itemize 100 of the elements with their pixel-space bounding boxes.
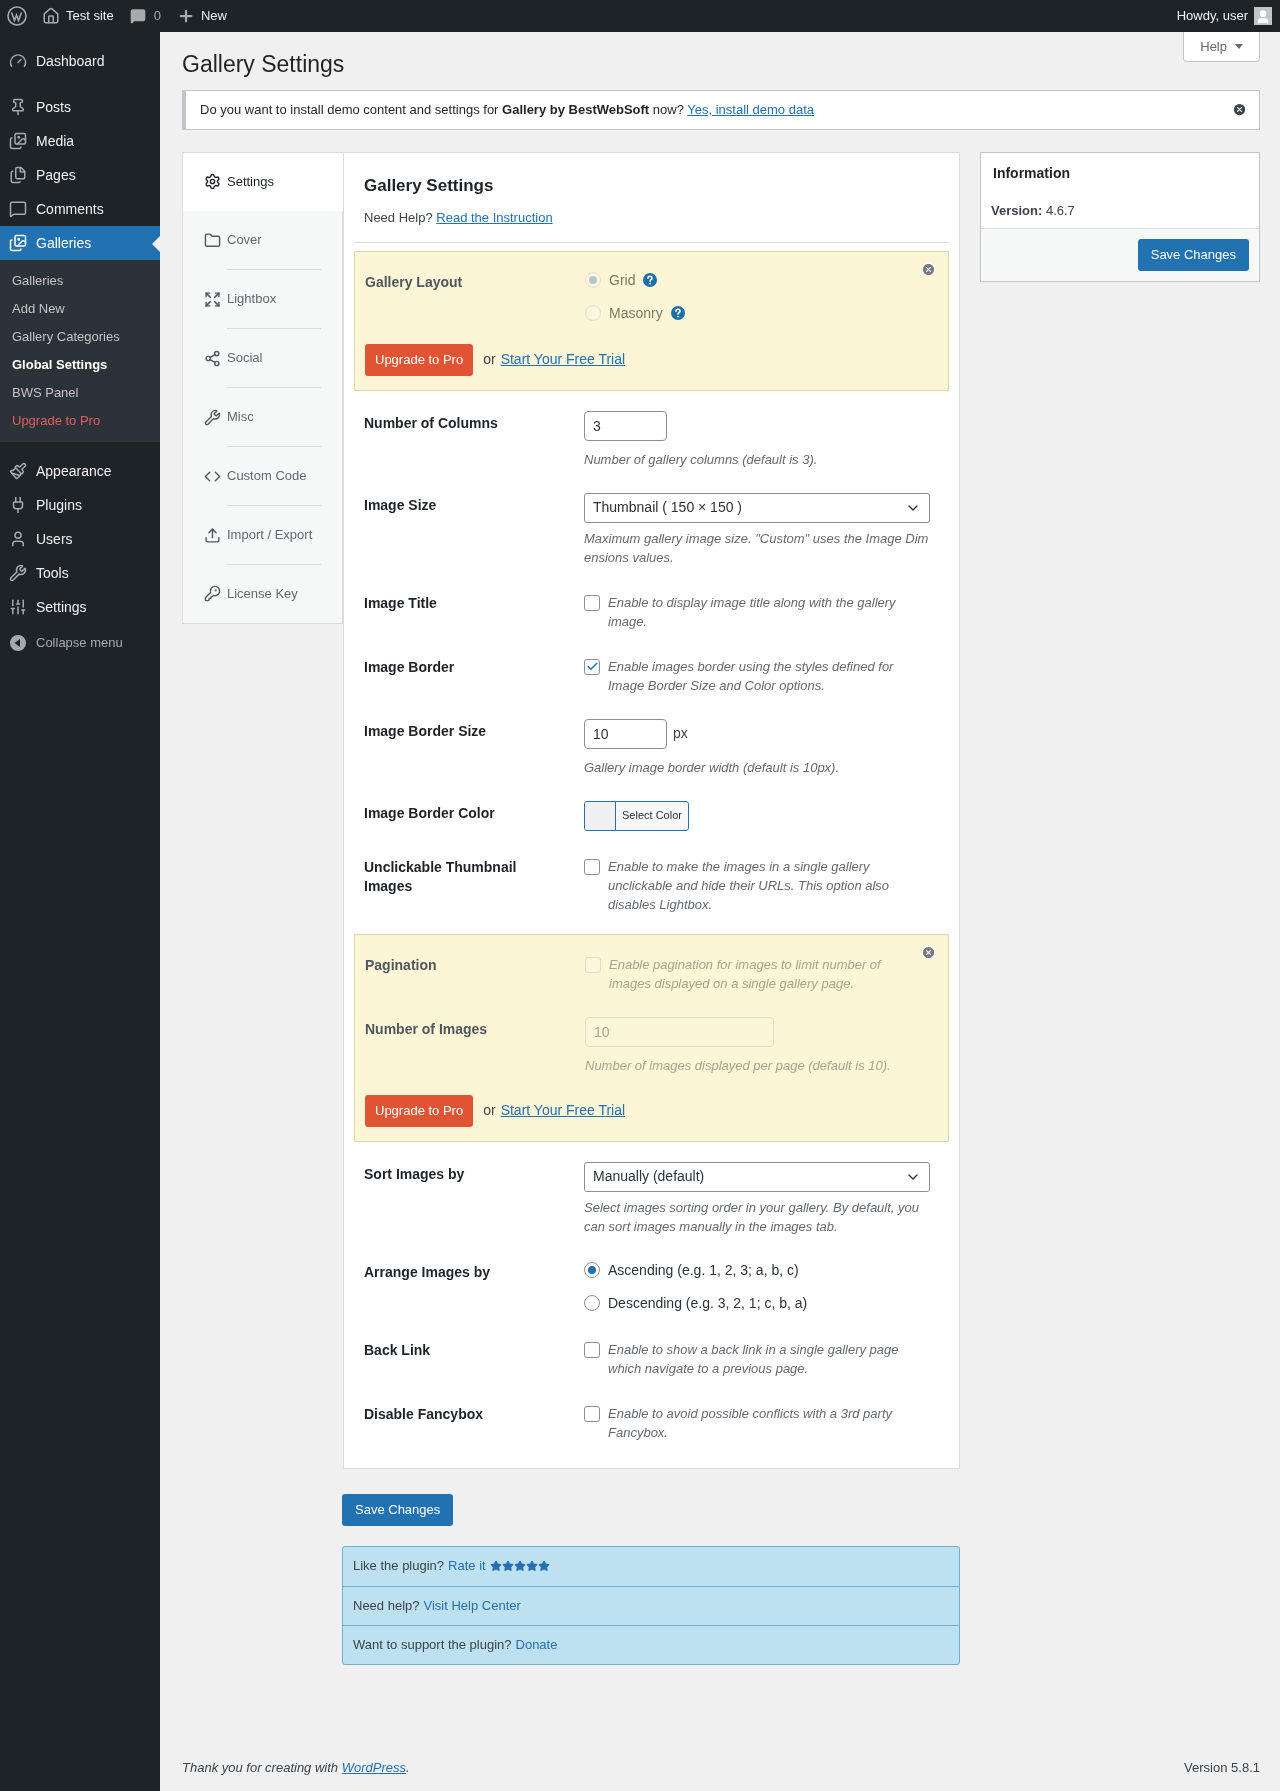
current-pointer — [152, 236, 160, 252]
select-field[interactable]: Manually (default) — [584, 1161, 930, 1192]
wrench-icon — [204, 408, 221, 426]
paintbrush-icon — [9, 462, 27, 480]
expand-icon — [204, 290, 221, 308]
field-description: Maximum gallery image size. "Custom" uses the Image Dim ensions values. — [584, 529, 930, 567]
field-description: Gallery image border width (default is 10px). — [584, 758, 841, 777]
collapse-icon[interactable] — [9, 634, 27, 652]
number-input[interactable]: 3 — [584, 410, 667, 441]
settings-tab[interactable]: Social — [182, 328, 343, 388]
checkbox[interactable] — [584, 594, 600, 611]
star-icon — [513, 1560, 526, 1572]
checkbox[interactable] — [584, 1341, 600, 1358]
speech-bubble-icon[interactable] — [129, 8, 146, 24]
radio-label: Ascending (e.g. 1, 2, 3; a, b, c) — [608, 1260, 799, 1280]
submenu-item[interactable]: Gallery Categories — [0, 323, 160, 351]
notice-text: Do you want to install demo content and settings for Gallery by BestWebSoft now? Yes, install demo data — [200, 100, 814, 119]
settings-tab[interactable]: Cover — [182, 210, 343, 270]
checkbox[interactable] — [584, 658, 600, 675]
menu-item[interactable]: Settings — [0, 590, 160, 624]
page-title: Gallery Settings — [182, 50, 345, 79]
submenu-item[interactable]: Add New — [0, 295, 160, 323]
menu-item[interactable]: Posts — [0, 90, 160, 124]
logo-icon[interactable] — [7, 6, 27, 26]
collapse-menu-link[interactable]: Collapse menu — [36, 633, 123, 653]
wordpress-link[interactable]: WordPress — [341, 1759, 406, 1775]
footer-text: Thank you for creating with WordPress. — [182, 1758, 410, 1777]
submenu-item[interactable]: BWS Panel — [0, 379, 160, 407]
link-prompt: Want to support the plugin? — [353, 1635, 512, 1654]
radio-button[interactable] — [584, 1262, 600, 1278]
color-swatch — [585, 801, 616, 830]
field-label: Image Border — [364, 657, 456, 677]
field-description: Enable pagination for images to limit number of images displayed on a single gallery page. — [609, 955, 883, 993]
plugin-link[interactable]: Visit Help Center — [423, 1595, 521, 1616]
wp-version: Version 5.8.1 — [1184, 1758, 1260, 1777]
menu-item[interactable]: Dashboard — [0, 44, 160, 78]
images-icon — [9, 234, 27, 252]
settings-tab[interactable]: Misc — [182, 387, 343, 447]
radio-label: Descending (e.g. 3, 2, 1; c, b, a) — [608, 1293, 808, 1313]
field-label: Number of Columns — [364, 413, 499, 433]
select-field[interactable]: Thumbnail ( 150 × 150 ) — [584, 492, 930, 523]
folder-icon — [204, 231, 221, 249]
plugin-link[interactable]: Donate — [515, 1634, 558, 1655]
settings-tab[interactable]: License Key — [182, 564, 343, 624]
instruction-link[interactable]: Read the Instruction — [436, 210, 553, 225]
settings-icon — [204, 173, 221, 190]
number-input[interactable]: 10 — [584, 718, 667, 749]
radio-button[interactable] — [584, 1295, 600, 1311]
pin-icon — [9, 98, 27, 116]
field-label: Unclickable Thumbnail Images — [364, 857, 518, 896]
wrench-icon — [9, 564, 27, 582]
select-color-button[interactable]: Select Color — [584, 800, 689, 831]
submenu-item[interactable]: Galleries — [0, 267, 160, 295]
version-value: 4.6.7 — [1045, 202, 1075, 218]
field-label: Image Title — [364, 593, 438, 613]
plugin-link[interactable]: Rate it — [448, 1556, 486, 1576]
info-title: Information — [992, 163, 1071, 183]
menu-item[interactable]: Galleries — [0, 226, 160, 260]
menu-item[interactable]: Comments — [0, 192, 160, 226]
field-description: Select images sorting order in your gallery. By default, you can sort images manually in the images tab. — [584, 1198, 921, 1236]
star-icon — [537, 1560, 550, 1572]
field-label: Image Size — [364, 495, 438, 515]
field-label: Gallery Layout — [365, 272, 464, 292]
menu-item[interactable]: Appearance — [0, 454, 160, 488]
radio-label: Grid — [609, 270, 636, 290]
new-link[interactable]: New — [200, 6, 227, 26]
menu-item[interactable]: Media — [0, 124, 160, 158]
field-label: Disable Fancybox — [364, 1404, 485, 1424]
field-description: Enable to make the images in a single gallery unclickable and hide their URLs. This option also disables Lightbox. — [608, 857, 891, 914]
menu-item[interactable]: Pages — [0, 158, 160, 192]
submenu-item[interactable]: Global Settings — [0, 351, 160, 379]
menu-item[interactable]: Plugins — [0, 488, 160, 522]
greeting-link[interactable]: Howdy, user — [1176, 6, 1248, 26]
menu-item[interactable]: Users — [0, 522, 160, 556]
save-changes-button[interactable]: Save Changes — [342, 1493, 454, 1526]
settings-tab[interactable]: Lightbox — [182, 269, 343, 329]
field-description: Enable to avoid possible conflicts with a 3rd party Fancybox. — [608, 1404, 894, 1442]
help-button[interactable]: Help — [1183, 32, 1260, 62]
checkbox[interactable] — [584, 1405, 600, 1422]
save-changes-button[interactable]: Save Changes — [1137, 239, 1249, 271]
settings-tab[interactable]: Import / Export — [182, 505, 343, 565]
field-label: Back Link — [364, 1340, 432, 1360]
rating-stars[interactable] — [489, 1560, 550, 1572]
or-text: or — [483, 1101, 496, 1120]
settings-tab[interactable]: Custom Code — [182, 446, 343, 506]
submenu-item[interactable]: Upgrade to Pro — [0, 407, 160, 435]
field-label: Sort Images by — [364, 1164, 466, 1184]
upload-icon — [204, 526, 221, 544]
sliders-icon — [9, 598, 27, 616]
star-icon — [489, 1560, 502, 1572]
checkbox[interactable] — [584, 858, 600, 875]
install-demo-link[interactable]: Yes, install demo data — [687, 101, 814, 117]
field-label: Number of Images — [365, 1019, 489, 1039]
close-icon[interactable] — [1232, 102, 1247, 117]
menu-item[interactable]: Tools — [0, 556, 160, 590]
home-icon[interactable] — [42, 7, 60, 25]
panel-title: Gallery Settings — [363, 174, 495, 197]
settings-tab[interactable]: Settings — [182, 151, 343, 211]
comment-count: 0 — [153, 7, 161, 26]
site-link[interactable]: Test site — [66, 6, 114, 26]
